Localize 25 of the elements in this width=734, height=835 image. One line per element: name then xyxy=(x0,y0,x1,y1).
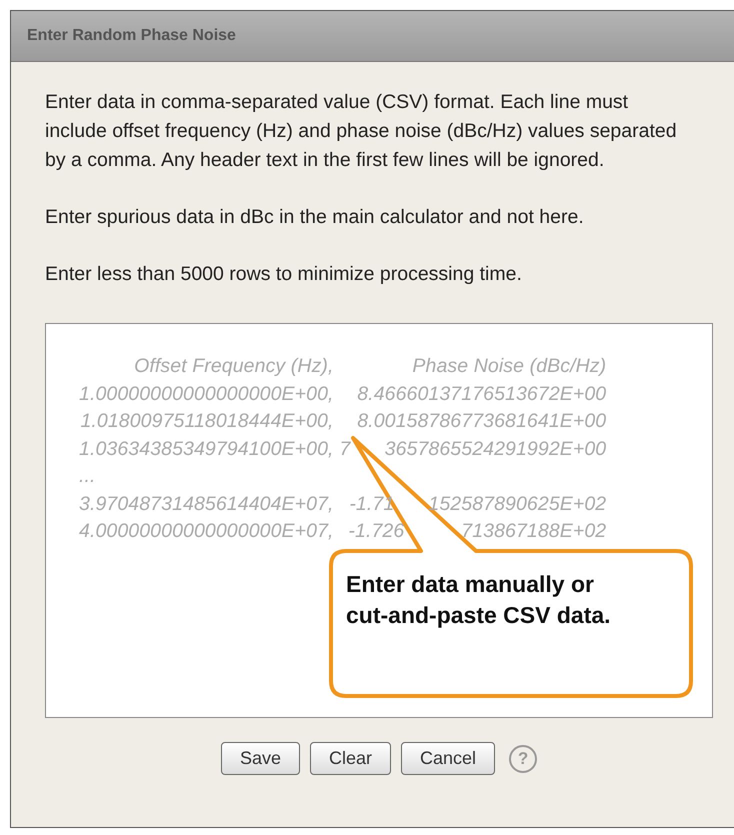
placeholder-text: 713867188E+02 xyxy=(461,519,606,544)
placeholder-text: -1.726 xyxy=(348,519,404,544)
placeholder-text: 1.00000000000000000E+00, xyxy=(79,382,334,406)
dialog-title: Enter Random Phase Noise xyxy=(27,27,236,45)
clear-button[interactable]: Clear xyxy=(310,742,391,775)
placeholder-text: 8.00158786773681641E+00 xyxy=(357,409,606,434)
instruction-text: Enter spurious data in dBc in the main calculator and not here. xyxy=(45,205,585,230)
callout-text: Enter data manually or cut-and-paste CSV data. xyxy=(346,570,612,630)
instruction-text: Enter less than 5000 rows to minimize processing time. xyxy=(45,262,523,287)
placeholder-text: 4.00000000000000000E+07, xyxy=(79,519,334,544)
placeholder-text: -1.71 xyxy=(349,492,394,516)
placeholder-text: 152587890625E+02 xyxy=(428,492,606,516)
cancel-button[interactable]: Cancel xyxy=(401,742,496,775)
placeholder-text: 1.03634385349794100E+00, xyxy=(79,436,334,462)
placeholder-text: Offset Frequency (Hz), xyxy=(133,354,334,379)
placeholder-text: 3657865524291992E+00 xyxy=(384,436,606,462)
placeholder-text: 7 xyxy=(340,436,350,462)
csv-field[interactable] xyxy=(45,323,713,718)
instruction-text: Enter data in comma-separated value (CSV) format. Each line must include offset frequency (Hz) and phase noise (dBc/Hz) values separated by a comma. Any header text in the first few lines will be ignored. xyxy=(45,90,678,173)
placeholder-text: 8.46660137176513672E+00 xyxy=(357,382,606,406)
placeholder-text: 3.97048731485614404E+07, xyxy=(79,492,334,516)
placeholder-text: 1.01800975118018444E+00, xyxy=(79,409,334,434)
placeholder-text: Phase Noise (dBc/Hz) xyxy=(412,354,606,379)
save-button[interactable]: Save xyxy=(220,742,300,775)
placeholder-text: ... xyxy=(79,464,97,489)
